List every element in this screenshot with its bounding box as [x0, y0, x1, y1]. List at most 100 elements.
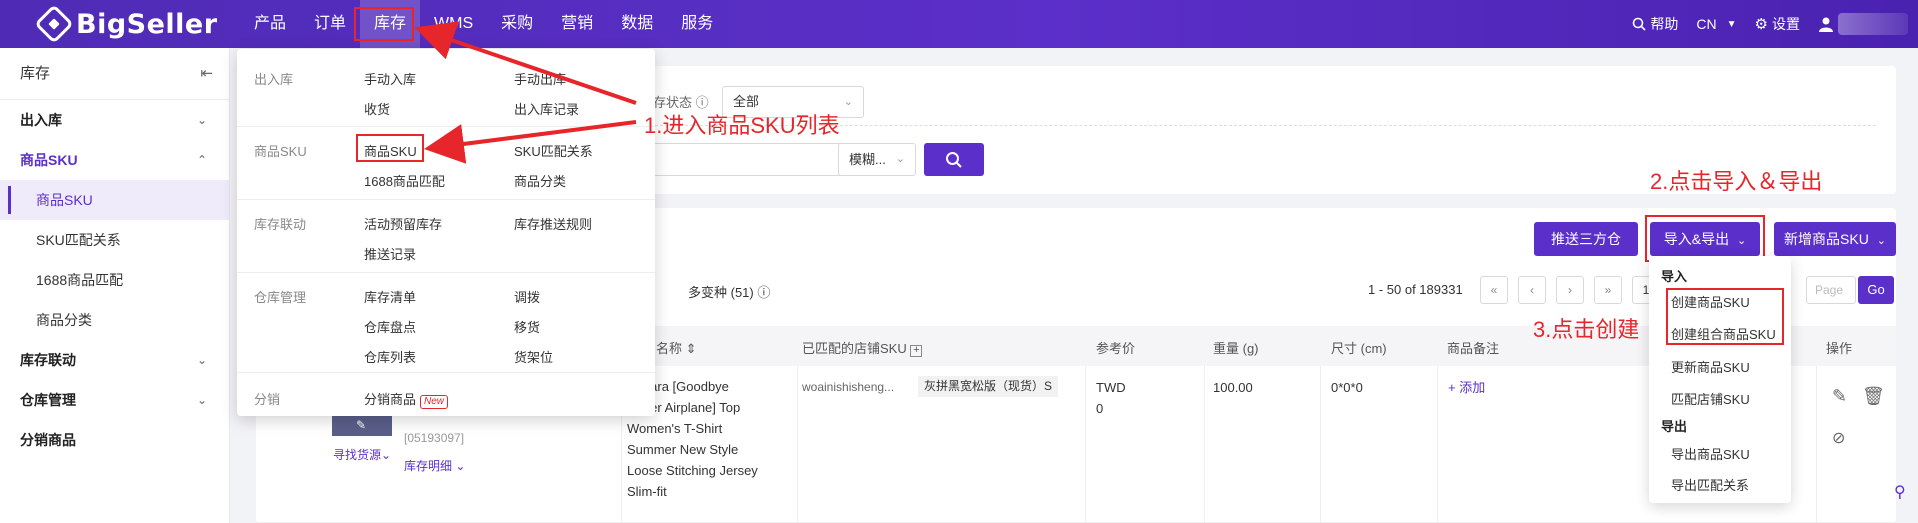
page-jump-input[interactable]: Page — [1806, 276, 1856, 304]
menu-item-product-category[interactable]: 商品分类 — [514, 171, 566, 190]
nav-item-marketing[interactable]: 营销 — [547, 0, 607, 48]
sort-icon: ⇕ — [685, 341, 697, 356]
menu-item-sku-mapping[interactable]: SKU匹配关系 — [514, 141, 593, 160]
sidebar-item-1688-matching[interactable]: 1688商品匹配 — [0, 260, 229, 300]
menu-item-transfer[interactable]: 调拨 — [514, 287, 540, 306]
menu-item-export-mapping[interactable]: 导出匹配关系 — [1671, 475, 1749, 494]
sidebar-group-product-sku[interactable]: 商品SKU ⌃ — [0, 140, 229, 180]
search-input[interactable] — [640, 143, 840, 176]
menu-item-receiving[interactable]: 收货 — [364, 99, 390, 118]
menu-item-push-rules[interactable]: 库存推送规则 — [514, 214, 592, 233]
edit-image-icon[interactable]: ✎ — [356, 418, 366, 432]
sidebar-item-product-category[interactable]: 商品分类 — [0, 300, 229, 340]
highlight-box-create-options — [1666, 288, 1784, 345]
last-page-button[interactable]: » — [1594, 276, 1622, 304]
menu-item-warehouse-list[interactable]: 仓库列表 — [364, 347, 416, 366]
delete-icon[interactable]: 🗑 — [1862, 386, 1885, 407]
push-3pl-button[interactable]: 推送三方仓 — [1534, 222, 1638, 256]
menu-category-label: 出入库 — [254, 72, 294, 87]
highlight-box-inventory-nav — [354, 7, 414, 41]
menu-item-distribution-products[interactable]: 分销商品 New — [364, 389, 449, 409]
gear-icon: ⚙ — [1754, 16, 1768, 33]
chevron-down-icon: ⌄ — [196, 353, 207, 367]
sidebar: 库存 ⇤ 出入库 ⌄ 商品SKU ⌃ 商品SKU SKU匹配关系 1688商品匹… — [0, 48, 230, 523]
menu-item-stocktake[interactable]: 仓库盘点 — [364, 317, 416, 336]
column-divider — [1204, 366, 1205, 523]
annotation-step2: 2.点击导入＆导出 — [1650, 169, 1823, 194]
add-note-link[interactable]: + 添加 — [1448, 377, 1485, 398]
sidebar-group-label: 商品SKU — [20, 152, 78, 168]
search-mode-select[interactable]: 模糊... ⌄ — [838, 143, 916, 176]
header-store-sku-label: 已匹配的店铺SKU — [802, 341, 907, 356]
menu-item-move-goods[interactable]: 移货 — [514, 317, 540, 336]
sidebar-group-stock-sync[interactable]: 库存联动 ⌄ — [0, 340, 229, 380]
find-source-link[interactable]: 寻找货源⌄ — [333, 445, 391, 466]
collapse-sidebar-icon[interactable]: ⇤ — [200, 48, 213, 100]
column-divider — [1085, 366, 1086, 523]
chevron-down-icon: ⌄ — [196, 393, 207, 407]
menu-item-push-records[interactable]: 推送记录 — [364, 244, 416, 263]
nav-item-orders[interactable]: 订单 — [300, 0, 360, 48]
menu-item-manual-outbound[interactable]: 手动出库 — [514, 69, 566, 88]
logo-text: BigSeller — [76, 8, 218, 40]
expand-box-icon[interactable]: + — [910, 345, 923, 357]
bigseller-logo[interactable]: BigSeller — [34, 4, 218, 44]
header-name[interactable]: 名称 ⇕ — [656, 338, 697, 357]
nav-item-data[interactable]: 数据 — [607, 0, 667, 48]
annotation-step1: 1.进入商品SKU列表 — [644, 113, 840, 138]
menu-item-update-sku[interactable]: 更新商品SKU — [1671, 357, 1750, 376]
help-circle-icon: ⓘ — [757, 285, 771, 300]
go-button[interactable]: Go — [1858, 276, 1894, 304]
prev-page-button[interactable]: ‹ — [1518, 276, 1546, 304]
settings-link[interactable]: ⚙ 设置 — [1755, 14, 1800, 34]
user-icon — [1819, 17, 1833, 32]
sidebar-group-inbound-outbound[interactable]: 出入库 ⌄ — [0, 100, 229, 140]
menu-item-export-sku[interactable]: 导出商品SKU — [1671, 444, 1750, 463]
nav-item-wms[interactable]: WMS — [420, 0, 487, 48]
menu-item-1688-matching[interactable]: 1688商品匹配 — [364, 171, 445, 190]
column-divider — [1816, 366, 1817, 523]
logo-icon — [34, 4, 74, 44]
multi-variant-filter[interactable]: 多变种 (51) ⓘ — [688, 282, 770, 301]
edit-icon[interactable]: ✎ — [1832, 386, 1847, 407]
search-button[interactable] — [924, 143, 984, 176]
chevron-up-icon: ⌃ — [196, 153, 207, 167]
sidebar-item-sku-mapping[interactable]: SKU匹配关系 — [0, 220, 229, 260]
sidebar-group-label: 库存联动 — [20, 352, 76, 368]
top-right-tools: 帮助 CN ▼ ⚙ 设置 — [1632, 0, 1918, 48]
push-3pl-label: 推送三方仓 — [1551, 231, 1621, 247]
nav-item-service[interactable]: 服务 — [667, 0, 727, 48]
help-link[interactable]: 帮助 — [1632, 14, 1678, 34]
store-sku: woainishisheng... — [802, 380, 895, 394]
language-select[interactable]: CN ▼ — [1696, 16, 1736, 32]
sidebar-item-product-sku[interactable]: 商品SKU — [0, 180, 229, 220]
sidebar-group-distribution[interactable]: 分销商品 — [0, 420, 229, 460]
menu-section-sync — [237, 200, 655, 273]
menu-item-stock-list[interactable]: 库存清单 — [364, 287, 416, 306]
menu-item-match-store-sku[interactable]: 匹配店铺SKU — [1671, 389, 1750, 408]
sidebar-group-warehouse[interactable]: 仓库管理 ⌄ — [0, 380, 229, 420]
link-icon[interactable]: ⊘ — [1832, 428, 1845, 448]
nav-item-products[interactable]: 产品 — [240, 0, 300, 48]
sidebar-group-label: 仓库管理 — [20, 392, 76, 408]
menu-category-label: 分销 — [254, 392, 281, 407]
menu-item-inout-records[interactable]: 出入库记录 — [514, 99, 579, 118]
menu-item-shelf-location[interactable]: 货架位 — [514, 347, 553, 366]
sidebar-header: 库存 ⇤ — [0, 48, 229, 100]
menu-category-label: 库存联动 — [254, 217, 307, 232]
user-menu[interactable] — [1818, 13, 1908, 35]
first-page-button[interactable]: « — [1480, 276, 1508, 304]
menu-item-manual-inbound[interactable]: 手动入库 — [364, 69, 416, 88]
sidebar-group-label: 分销商品 — [20, 432, 76, 448]
nav-item-purchase[interactable]: 采购 — [487, 0, 547, 48]
add-sku-button[interactable]: 新增商品SKU ⌄ — [1774, 222, 1896, 256]
header-name-label: 名称 — [656, 341, 683, 356]
ref-price: 0 — [1096, 401, 1104, 416]
new-badge: New — [420, 395, 449, 409]
search-icon — [946, 151, 962, 168]
next-page-button[interactable]: › — [1556, 276, 1584, 304]
menu-item-reserved-stock[interactable]: 活动预留库存 — [364, 214, 442, 233]
highlight-box-import-export — [1645, 215, 1765, 262]
stock-detail-link[interactable]: 库存明细 ⌄ — [404, 456, 465, 477]
floating-search-icon[interactable]: ⚲ — [1894, 482, 1906, 502]
